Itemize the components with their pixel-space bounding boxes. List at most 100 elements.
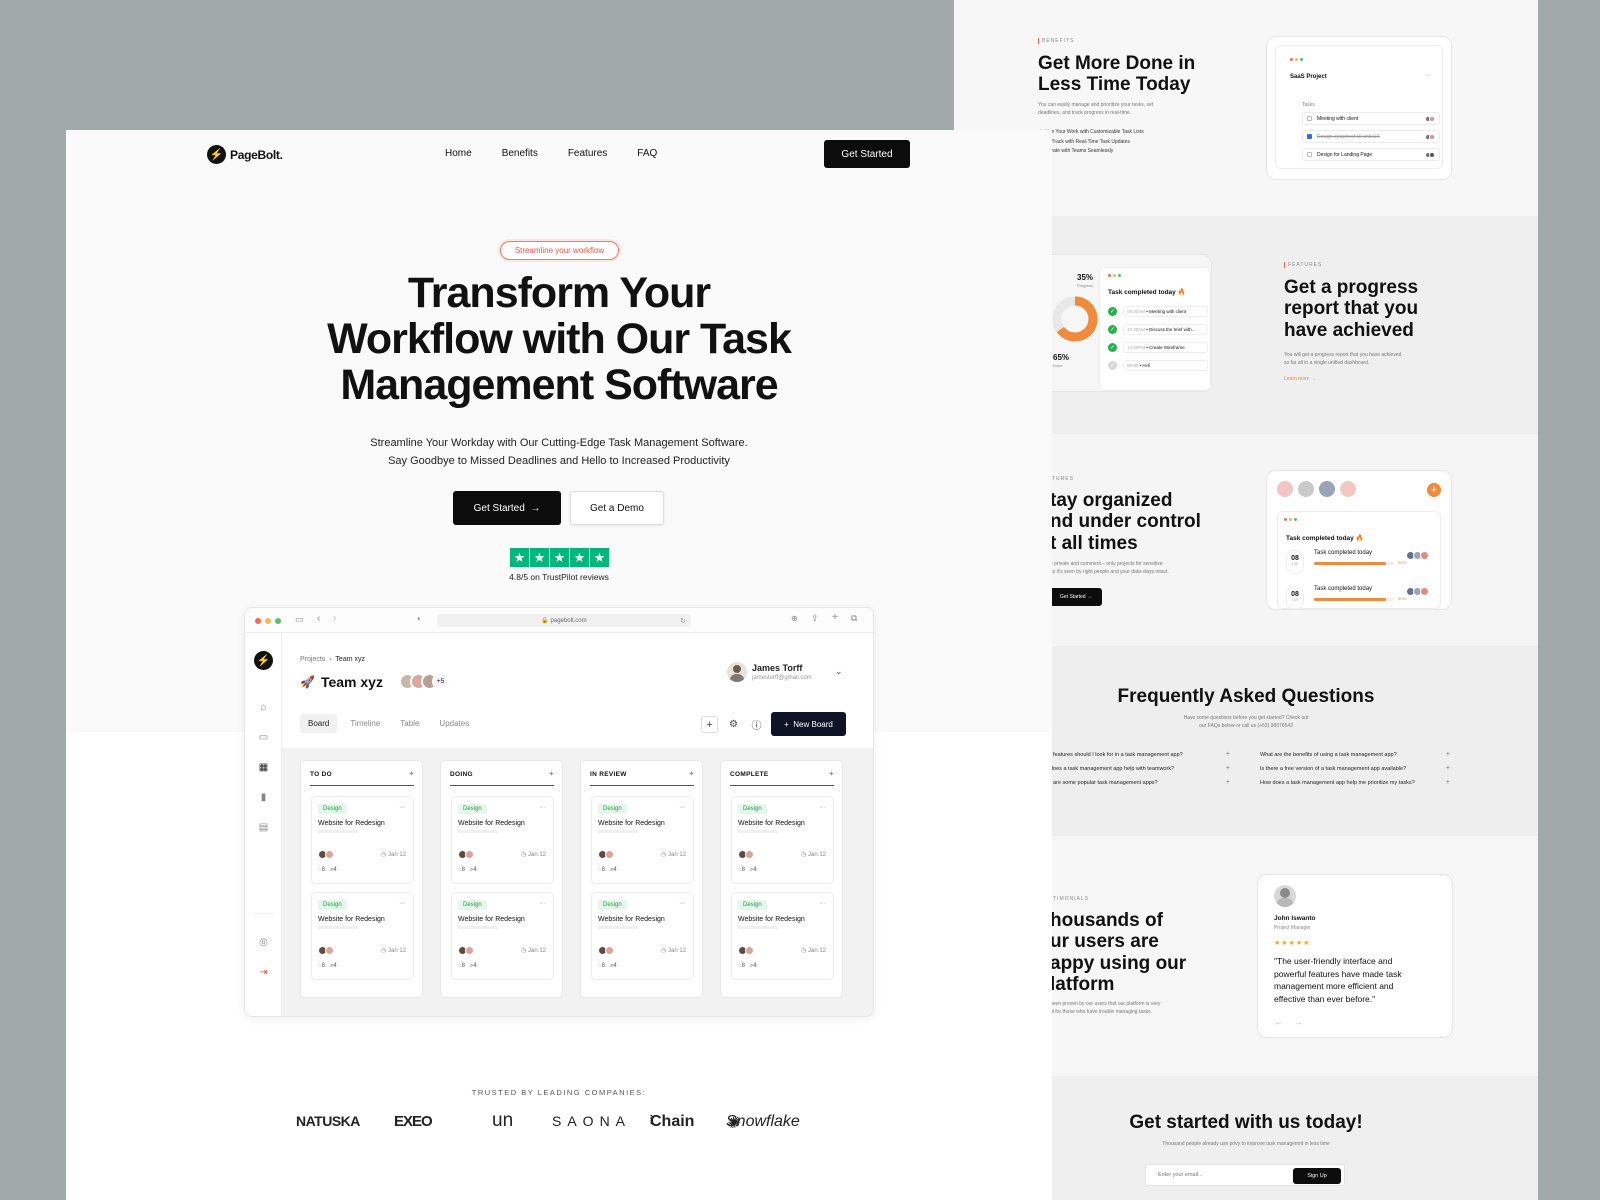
avatar[interactable] [1277, 481, 1293, 497]
task-card[interactable]: Design ··· Website for Redesign ◷ Jan 12… [731, 796, 834, 884]
calendar-icon[interactable]: ▦ [257, 761, 270, 774]
faq-item[interactable]: t features should I look for in a task m… [1050, 751, 1230, 758]
tab-updates[interactable]: Updates [432, 714, 476, 733]
add-card-icon[interactable]: + [549, 769, 554, 778]
more-icon[interactable]: ··· [679, 900, 686, 907]
user-icon[interactable]: ◎ [257, 936, 270, 949]
folder-icon[interactable]: ▭ [257, 731, 270, 744]
nav-home[interactable]: Home [445, 148, 472, 159]
expand-icon[interactable]: + [1226, 779, 1230, 786]
expand-icon[interactable]: + [1226, 751, 1230, 758]
logout-icon[interactable]: ⇥ [257, 966, 270, 979]
more-icon[interactable]: ··· [539, 804, 546, 811]
new-tab-icon[interactable]: + [832, 612, 838, 623]
checkbox-icon[interactable] [1307, 152, 1312, 157]
reload-icon[interactable]: ↻ [680, 617, 686, 625]
more-icon[interactable]: ··· [819, 804, 826, 811]
sign-up-button[interactable]: Sign Up [1293, 1168, 1341, 1184]
expand-icon[interactable]: + [1446, 765, 1450, 772]
close-dot[interactable] [255, 618, 261, 624]
more-icon[interactable]: ··· [819, 900, 826, 907]
task-progress-title: Task completed today [1314, 586, 1373, 592]
checked-checkbox-icon[interactable] [1307, 134, 1312, 139]
tabs-overview-icon[interactable]: ⧉ [851, 613, 857, 624]
task-card[interactable]: Design ··· Website for Redesign ◷ Jan 12… [591, 892, 694, 980]
task-card[interactable]: Design ··· Website for Redesign ◷ Jan 12… [451, 796, 554, 884]
get-demo-button[interactable]: Get a Demo [570, 491, 664, 525]
app-logo-icon[interactable]: ⚡ [254, 651, 273, 670]
nav-features[interactable]: Features [568, 148, 607, 159]
nav-faq[interactable]: FAQ [637, 148, 657, 159]
assignee-avatars [738, 850, 754, 859]
get-started-button[interactable]: Get Started → [1050, 588, 1102, 606]
user-avatar[interactable] [727, 662, 747, 682]
nav-benefits[interactable]: Benefits [502, 148, 538, 159]
timeline-item[interactable]: 09:30AM • Meeting with client [1123, 306, 1208, 317]
minimize-dot[interactable] [265, 618, 271, 624]
logo[interactable]: ⚡ PageBolt. [207, 145, 283, 164]
task-card[interactable]: Design ··· Website for Redesign ◷ Jan 12… [731, 892, 834, 980]
timeline-item[interactable]: 00:00 • Hi-fi [1123, 360, 1208, 371]
faq-item[interactable]: What are the benefits of using a task ma… [1260, 751, 1450, 758]
faq-item[interactable]: does a task management app help with tea… [1050, 765, 1230, 772]
info-icon[interactable]: ⓘ [748, 716, 765, 733]
add-icon[interactable]: + [1427, 483, 1441, 497]
add-card-icon[interactable]: + [409, 769, 414, 778]
settings-icon[interactable]: ⚙ [725, 716, 742, 733]
sidebar-toggle-icon[interactable]: ▭ [295, 614, 304, 625]
new-board-button[interactable]: + New Board [771, 712, 846, 736]
learn-more-link[interactable]: Learn more → [1284, 376, 1316, 382]
benefits-title-line: Less Time Today [1038, 74, 1191, 96]
task-card[interactable]: Design ··· Website for Redesign ◷ Jan 12… [311, 892, 414, 980]
maximize-dot[interactable] [275, 618, 281, 624]
avatar[interactable] [1319, 481, 1335, 497]
prev-arrow-icon[interactable]: ← [1274, 1017, 1283, 1027]
task-progress-item[interactable]: 08 TUE Task completed today 90% [1286, 548, 1436, 578]
task-row[interactable]: Design system of UI and UX [1302, 130, 1440, 143]
tab-timeline[interactable]: Timeline [343, 714, 387, 733]
more-icon[interactable]: ··· [539, 900, 546, 907]
add-card-icon[interactable]: + [689, 769, 694, 778]
home-icon[interactable]: ⌂ [257, 701, 270, 714]
hero-get-started-button[interactable]: Get Started → [453, 491, 561, 525]
expand-icon[interactable]: + [1446, 779, 1450, 786]
email-input[interactable] [1146, 1172, 1294, 1178]
next-arrow-icon[interactable]: → [1294, 1017, 1303, 1027]
share-icon[interactable]: ⇪ [811, 613, 819, 624]
chevron-down-icon[interactable]: ⌄ [835, 666, 843, 677]
back-icon[interactable]: ‹ [317, 613, 320, 624]
task-progress-item[interactable]: 08 TUE Task completed today 90% [1286, 584, 1436, 614]
expand-icon[interactable]: + [1446, 751, 1450, 758]
task-card[interactable]: Design ··· Website for Redesign ◷ Jan 12… [591, 796, 694, 884]
faq-item[interactable]: How does a task management app help me p… [1260, 779, 1450, 786]
avatar[interactable] [1340, 481, 1356, 497]
tab-board[interactable]: Board [300, 714, 338, 733]
checkbox-icon[interactable] [1307, 116, 1312, 121]
timeline-item[interactable]: 13:00PM • Create Wireframe [1123, 342, 1208, 353]
download-icon[interactable]: ⊕ [791, 614, 798, 623]
forward-icon[interactable]: › [333, 613, 336, 624]
task-card[interactable]: Design ··· Website for Redesign ◷ Jan 12… [451, 892, 554, 980]
address-bar[interactable]: 🔒 pagebolt.com ↻ [437, 614, 691, 627]
more-icon[interactable]: ··· [399, 804, 406, 811]
breadcrumb-projects[interactable]: Projects [300, 656, 325, 663]
task-card[interactable]: Design ··· Website for Redesign ◷ Jan 12… [311, 796, 414, 884]
member-avatars[interactable]: +5 [399, 673, 449, 690]
add-icon[interactable]: + [701, 716, 718, 733]
chart-icon[interactable]: ▮ [257, 791, 270, 804]
shield-icon[interactable]: ◐ [417, 614, 422, 623]
expand-icon[interactable]: + [1226, 765, 1230, 772]
faq-item[interactable]: t are some popular task management apps?… [1050, 779, 1230, 786]
nav-get-started-button[interactable]: Get Started [824, 140, 910, 168]
task-row[interactable]: Design for Landing Page [1302, 148, 1440, 161]
more-icon[interactable]: ··· [679, 804, 686, 811]
timeline-item[interactable]: 10:30AM • Discuss the brief with... [1123, 324, 1208, 335]
more-icon[interactable]: ··· [399, 900, 406, 907]
tab-table[interactable]: Table [393, 714, 426, 733]
document-icon[interactable]: ▤ [257, 821, 270, 834]
task-row[interactable]: Meeting with client [1302, 112, 1440, 125]
more-icon[interactable]: ··· [1425, 72, 1432, 79]
avatar[interactable] [1298, 481, 1314, 497]
faq-item[interactable]: Is there a free version of a task manage… [1260, 765, 1450, 772]
add-card-icon[interactable]: + [829, 769, 834, 778]
